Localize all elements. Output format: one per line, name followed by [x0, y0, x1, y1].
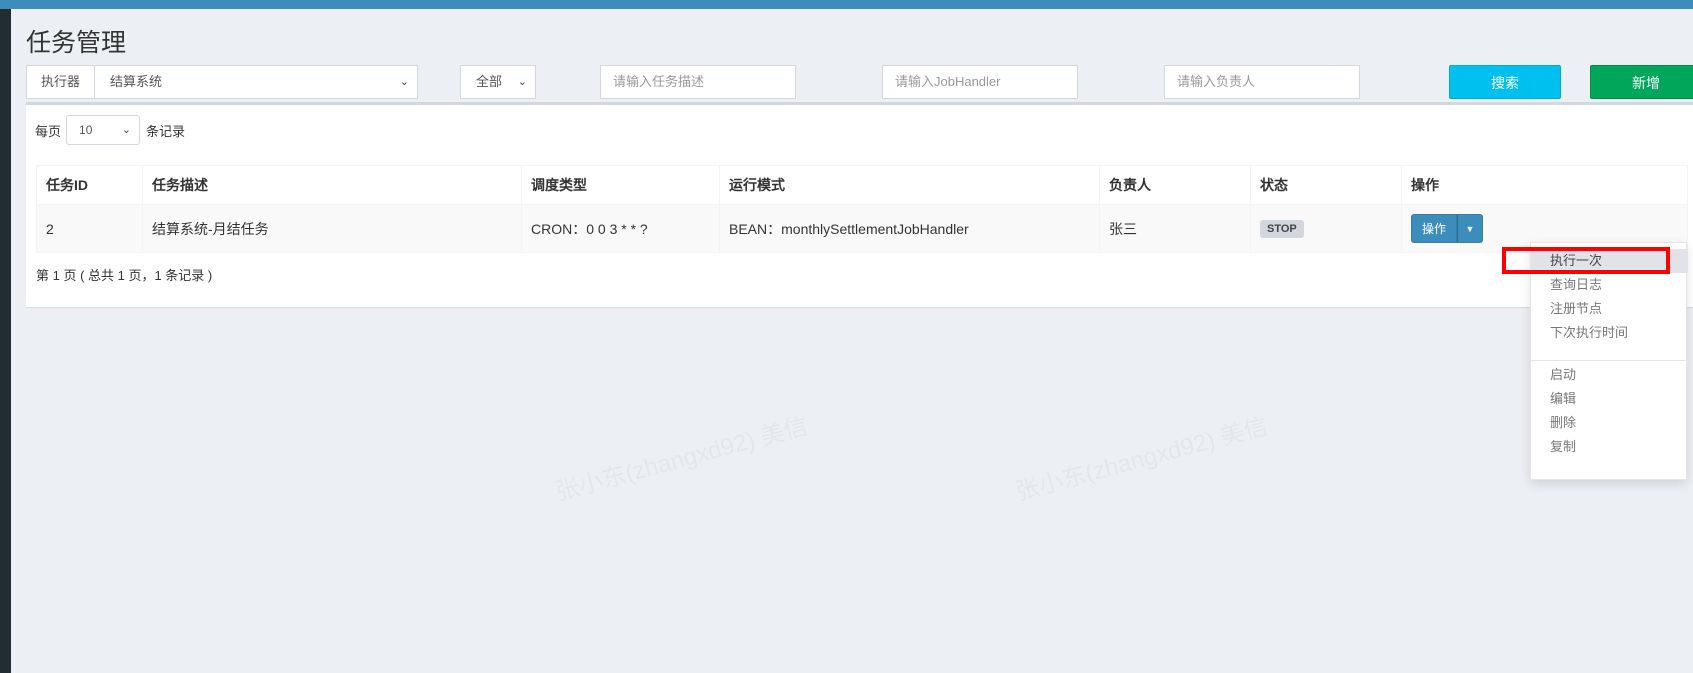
- status-select[interactable]: 全部 ⌄: [460, 65, 536, 99]
- executor-group: 执行器 结算系统 ⌄: [26, 65, 418, 99]
- top-navbar: [0, 0, 1693, 9]
- pagination-info: 第 1 页 ( 总共 1 页，1 条记录 ): [36, 268, 213, 283]
- executor-value: 结算系统: [110, 74, 163, 89]
- col-header-actions: 操作: [1401, 165, 1688, 205]
- job-handler-input[interactable]: 请输入JobHandler: [882, 65, 1078, 99]
- cell-mode: BEAN：monthlySettlementJobHandler: [719, 204, 1100, 253]
- table-row: 2 结算系统-月结任务 CRON：0 0 3 * * ? BEAN：monthl…: [36, 204, 1688, 253]
- status-badge: STOP: [1260, 220, 1304, 238]
- content-area: 张小东(zhangxd92) 美信 张小东(zhangxd92) 美信 张小东(…: [11, 9, 1693, 673]
- menu-item-registry-nodes[interactable]: 注册节点: [1531, 297, 1688, 321]
- watermark: 张小东(zhangxd92) 美信: [551, 406, 811, 507]
- status-value: 全部: [476, 74, 503, 89]
- cell-desc: 结算系统-月结任务: [142, 204, 522, 253]
- highlight-box: [1502, 247, 1670, 274]
- menu-item-next-trigger-time[interactable]: 下次执行时间: [1531, 321, 1688, 345]
- col-header-mode[interactable]: 运行模式: [719, 165, 1100, 205]
- per-page-suffix: 条记录: [146, 123, 186, 139]
- job-desc-input[interactable]: 请输入任务描述: [600, 65, 796, 99]
- job-table: 任务ID 任务描述 调度类型 运行模式 负责人 状态 操作 2 结算系统-月结任…: [36, 165, 1688, 253]
- watermark: 张小东(zhangxd92) 美信: [1011, 406, 1271, 507]
- cell-schedule: CRON：0 0 3 * * ?: [521, 204, 720, 253]
- menu-item-start[interactable]: 启动: [1531, 363, 1688, 387]
- page-title: 任务管理: [26, 29, 127, 57]
- chevron-down-icon: ⌄: [517, 76, 527, 88]
- per-page-prefix: 每页: [35, 123, 62, 139]
- col-header-id[interactable]: 任务ID: [36, 165, 143, 205]
- left-sidebar: [0, 9, 11, 673]
- page-length-value: 10: [79, 123, 93, 137]
- job-list-box: 每页 10 ⌄ 条记录 任务ID 任务描述 调度类型 运行模式 负责人 状态 操…: [26, 102, 1693, 307]
- table-header-row: 任务ID 任务描述 调度类型 运行模式 负责人 状态 操作: [36, 165, 1688, 205]
- author-input[interactable]: 请输入负责人: [1164, 65, 1360, 99]
- menu-item-edit[interactable]: 编辑: [1531, 387, 1688, 411]
- page-length-select[interactable]: 10 ⌄: [66, 115, 141, 145]
- cell-id: 2: [36, 204, 143, 253]
- menu-item-delete[interactable]: 删除: [1531, 411, 1688, 435]
- col-header-author[interactable]: 负责人: [1099, 165, 1251, 205]
- caret-down-icon[interactable]: ▼: [1457, 214, 1484, 243]
- chevron-down-icon: ⌄: [399, 76, 409, 88]
- chevron-down-icon: ⌄: [121, 124, 132, 136]
- filter-bar: 执行器 结算系统 ⌄ 全部 ⌄ 请输入任务描述 请输入JobHandler 请输…: [26, 65, 1693, 99]
- menu-item-copy[interactable]: 复制: [1531, 435, 1688, 459]
- cell-status: STOP: [1250, 204, 1402, 253]
- search-button[interactable]: 搜索: [1449, 65, 1561, 99]
- cell-author: 张三: [1099, 204, 1251, 253]
- page-length-control: 每页 10 ⌄ 条记录: [35, 115, 185, 145]
- col-header-schedule[interactable]: 调度类型: [521, 165, 720, 205]
- executor-label: 执行器: [26, 65, 94, 99]
- col-header-status[interactable]: 状态: [1250, 165, 1402, 205]
- col-header-desc[interactable]: 任务描述: [142, 165, 522, 205]
- action-button[interactable]: 操作: [1411, 214, 1458, 243]
- menu-item-query-log[interactable]: 查询日志: [1531, 273, 1688, 297]
- add-job-button[interactable]: 新增: [1590, 65, 1693, 99]
- executor-select[interactable]: 结算系统 ⌄: [94, 65, 418, 99]
- action-button-group: 操作 ▼: [1411, 214, 1484, 243]
- action-dropdown-menu: 执行一次 查询日志 注册节点 下次执行时间 启动 编辑 删除 复制: [1530, 242, 1688, 480]
- menu-divider: [1531, 360, 1688, 361]
